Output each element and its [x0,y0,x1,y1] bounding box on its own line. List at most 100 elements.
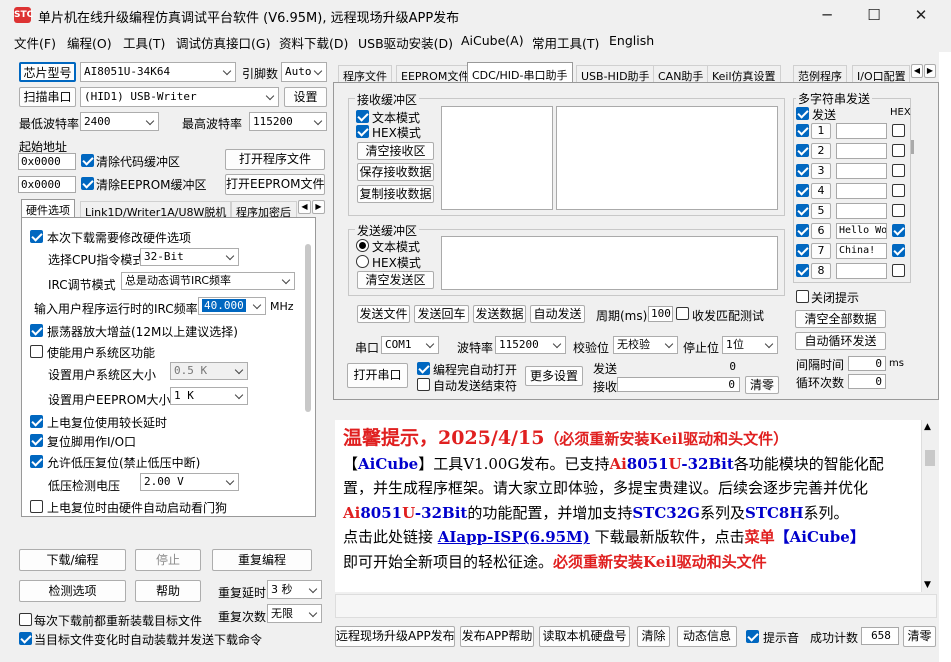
reset-delay-checkbox[interactable] [30,415,43,428]
remote-upgrade-button[interactable]: 远程现场升级APP发布 [335,626,455,647]
system-area-size-select[interactable]: 0.5 K [170,362,248,380]
notice-scroll-thumb[interactable] [925,450,935,466]
cpu-mode-select[interactable]: 32-Bit [140,248,239,266]
multi-hex-checkbox[interactable] [892,244,905,257]
user-system-area-checkbox[interactable] [30,345,43,358]
period-input[interactable]: 100 [648,306,673,322]
close-tip-checkbox[interactable] [796,290,809,303]
stop-bits-select[interactable]: 1位 [722,336,778,354]
match-test-checkbox[interactable] [676,307,689,320]
open-program-file-button[interactable]: 打开程序文件 [225,149,325,170]
clear-all-data-button[interactable]: 清空全部数据 [795,310,886,328]
notice-scrollbar[interactable] [921,420,937,592]
right-tab-scroll-right-icon[interactable]: ▶ [924,64,936,78]
min-baud-select[interactable]: 2400 [80,112,159,131]
menu-tools[interactable]: 工具(T) [123,33,165,52]
multi-send-row-button[interactable]: 4 [811,183,831,199]
multi-hex-checkbox[interactable] [892,224,905,237]
maximize-button[interactable]: ☐ [851,0,897,30]
rx-hex-area[interactable] [441,106,553,210]
reload-each-checkbox[interactable] [19,613,32,626]
multi-scrollbar[interactable] [911,140,914,154]
close-button[interactable]: ✕ [898,0,944,30]
menu-program[interactable]: 编程(O) [67,33,112,52]
clear-rx-button[interactable]: 清空接收区 [357,142,434,160]
loop-count-input[interactable]: 0 [848,374,886,389]
multi-send-checkbox[interactable] [796,144,809,157]
auto-open-checkbox[interactable] [417,362,430,375]
download-program-button[interactable]: 下载/编程 [19,549,126,571]
scroll-down-icon[interactable]: ▼ [924,580,931,590]
open-serial-button[interactable]: 打开串口 [347,363,408,388]
send-file-button[interactable]: 发送文件 [357,305,410,323]
irc-frequency-select[interactable]: 40.000 [198,297,266,315]
read-disk-id-button[interactable]: 读取本机硬盘号 [539,626,630,647]
send-return-button[interactable]: 发送回车 [414,305,469,323]
send-data-button[interactable]: 发送数据 [473,305,526,323]
tx-text-area[interactable] [441,236,778,290]
auto-end-checkbox[interactable] [417,378,430,391]
multi-hex-checkbox[interactable] [892,184,905,197]
eeprom-address-input[interactable]: 0x0000 [18,176,76,193]
multi-string-input[interactable] [836,183,887,199]
stop-button[interactable]: 停止 [135,549,201,571]
chip-model-button[interactable]: 芯片型号 [19,62,76,82]
multi-hex-checkbox[interactable] [892,264,905,277]
reset-pin-io-checkbox[interactable] [30,434,43,447]
save-rx-button[interactable]: 保存接收数据 [357,163,434,181]
multi-string-input[interactable] [836,163,887,179]
menu-download[interactable]: 资料下载(D) [279,33,348,52]
rx-text-area[interactable] [556,106,778,210]
multi-send-checkbox[interactable] [796,264,809,277]
multi-send-row-button[interactable]: 7 [811,243,831,259]
copy-rx-button[interactable]: 复制接收数据 [357,185,434,203]
right-tab-scroll-left-icon[interactable]: ◀ [911,64,923,78]
scroll-up-icon[interactable]: ▲ [924,422,931,432]
multi-string-input[interactable]: Hello Wo: [836,223,887,239]
serial-port-select[interactable]: COM1 [381,336,439,354]
auto-send-button[interactable]: 自动发送 [530,305,585,323]
menu-usb-driver[interactable]: USB驱动安装(D) [358,33,453,52]
options-scrollbar[interactable] [305,244,311,412]
multi-send-row-button[interactable]: 6 [811,223,831,239]
check-options-button[interactable]: 检测选项 [19,580,126,602]
menu-aicube[interactable]: AiCube(A) [461,33,524,48]
multi-send-row-button[interactable]: 8 [811,263,831,279]
multi-send-row-button[interactable]: 1 [811,123,831,139]
low-voltage-reset-checkbox[interactable] [30,455,43,468]
publish-help-button[interactable]: 发布APP帮助 [460,626,534,647]
clear-code-checkbox[interactable] [81,154,94,167]
tab-scroll-left-icon[interactable]: ◀ [298,200,311,214]
menu-debug[interactable]: 调试仿真接口(G) [176,33,270,52]
multi-send-checkbox[interactable] [796,244,809,257]
parity-select[interactable]: 无校验 [613,336,678,354]
beep-checkbox[interactable] [746,630,759,643]
repeat-count-select[interactable]: 无限 [267,604,322,623]
modify-options-checkbox[interactable] [30,230,43,243]
rx-hex-mode-checkbox[interactable] [356,125,369,138]
multi-send-all-checkbox[interactable] [796,107,809,120]
reset-success-button[interactable]: 清零 [903,626,936,647]
multi-send-checkbox[interactable] [796,204,809,217]
multi-send-checkbox[interactable] [796,184,809,197]
multi-string-input[interactable] [836,123,887,139]
multi-send-checkbox[interactable] [796,164,809,177]
tab-scroll-right-icon[interactable]: ▶ [312,200,325,214]
download-link[interactable]: AIapp-ISP(6.95M) [438,528,590,546]
auto-loop-send-button[interactable]: 自动循环发送 [795,332,886,350]
code-address-input[interactable]: 0x0000 [18,153,76,170]
more-settings-button[interactable]: 更多设置 [525,366,583,386]
repeat-program-button[interactable]: 重复编程 [212,549,312,571]
port-settings-button[interactable]: 设置 [284,87,327,107]
multi-hex-checkbox[interactable] [892,124,905,137]
menu-file[interactable]: 文件(F) [14,33,56,52]
open-eeprom-file-button[interactable]: 打开EEPROM文件 [225,174,325,195]
multi-send-row-button[interactable]: 5 [811,203,831,219]
port-select[interactable]: (HID1) USB-Writer [80,87,279,107]
help-button[interactable]: 帮助 [135,580,201,602]
irc-mode-select[interactable]: 总是动态调节IRC频率 [121,272,295,290]
rx-text-mode-checkbox[interactable] [356,110,369,123]
tx-hex-mode-radio[interactable] [356,255,369,268]
multi-hex-checkbox[interactable] [892,164,905,177]
pin-count-select[interactable]: Auto [281,62,327,82]
